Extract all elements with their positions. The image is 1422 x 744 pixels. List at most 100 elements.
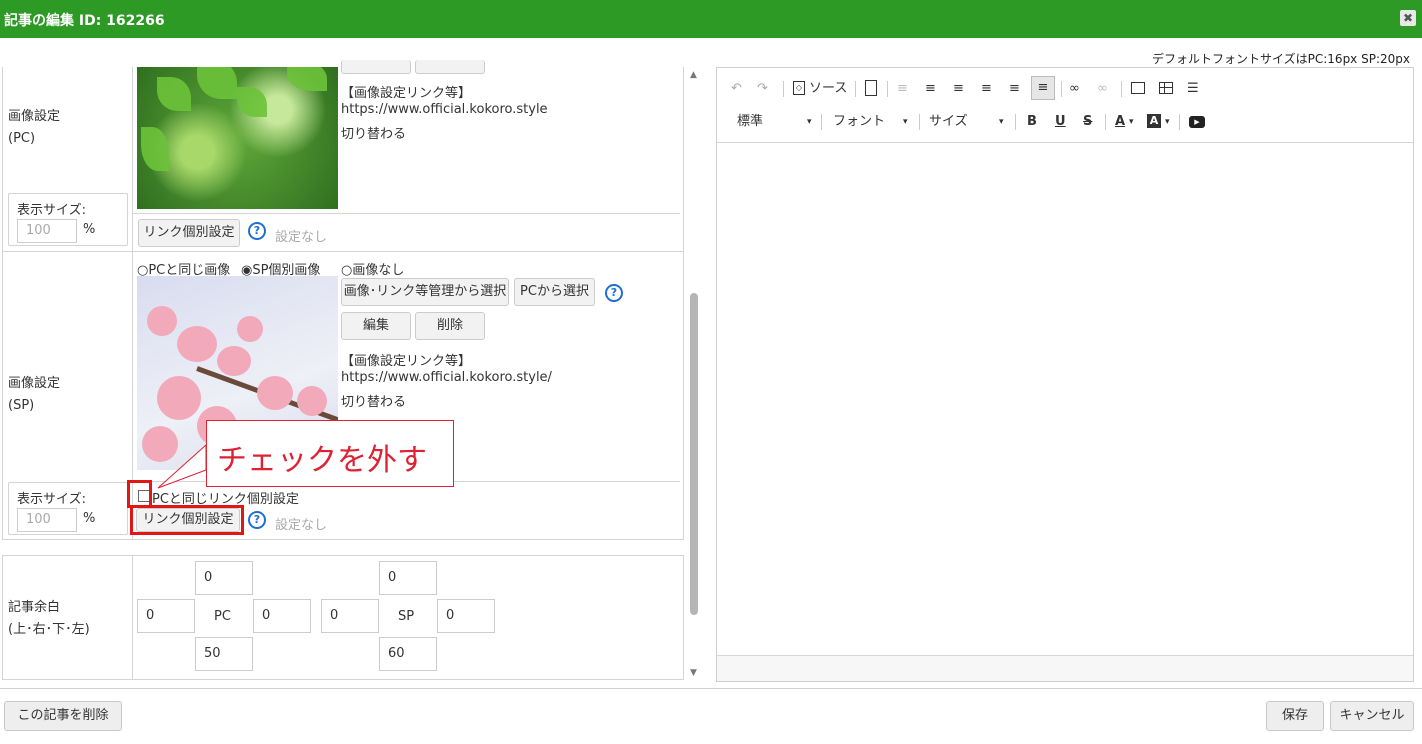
pc-margin-top-input[interactable]: 0 (195, 561, 253, 595)
underline-button[interactable]: U (1055, 114, 1066, 130)
radio-no-image[interactable]: ○画像なし (341, 259, 404, 278)
sp-help-icon[interactable]: ? (605, 284, 623, 302)
link-icon[interactable]: ∞ (1069, 81, 1080, 97)
sp-link-help-icon[interactable]: ? (248, 511, 266, 529)
rich-text-editor[interactable]: ↶ ↷ ◇ ソース ≡ ≡ ≡ ≡ ≡ ≡ ∞ ∞ ☰ 標準 ▾ フォント ▾ … (716, 67, 1414, 682)
sp-margin-left-input[interactable]: 0 (321, 599, 379, 633)
text-color-button[interactable]: A (1115, 114, 1125, 130)
horizontal-rule-icon[interactable]: ☰ (1187, 81, 1199, 97)
pc-size-unit: % (83, 222, 96, 237)
highlight-checkbox (127, 480, 152, 508)
chevron-down-icon[interactable]: ▾ (807, 114, 812, 130)
annotation-callout: チェックを外す (206, 420, 454, 487)
chevron-down-icon[interactable]: ▾ (903, 114, 908, 130)
image-icon[interactable] (1131, 82, 1145, 94)
sp-margin-right-input[interactable]: 0 (437, 599, 495, 633)
blossom-shape (297, 386, 327, 416)
pc-margin-right-input[interactable]: 0 (253, 599, 311, 633)
pc-link-url: https://www.official.kokoro.style (341, 102, 548, 117)
divider (133, 213, 680, 214)
font-select[interactable]: フォント (833, 114, 885, 130)
sp-size-input[interactable]: 100 (17, 508, 77, 532)
align-left-icon[interactable]: ≡ (953, 81, 964, 97)
margin-label-line2: (上･右･下･左) (8, 622, 90, 637)
youtube-icon[interactable]: ▶ (1189, 116, 1205, 128)
sp-link-title: 【画像設定リンク等】 (341, 354, 472, 369)
leaf-shape (197, 67, 237, 99)
toolbar-separator (783, 81, 784, 97)
blossom-shape (157, 376, 201, 420)
chevron-down-icon[interactable]: ▾ (1129, 114, 1134, 130)
sp-size-label: 表示サイズ: (17, 492, 86, 507)
select-from-pc-button[interactable]: PCから選択 (514, 278, 595, 306)
unlink-icon[interactable]: ∞ (1097, 81, 1108, 97)
sp-delete-button[interactable]: 削除 (415, 312, 485, 340)
align-right-icon[interactable]: ≡ (1009, 81, 1020, 97)
undo-icon[interactable]: ↶ (731, 81, 742, 97)
strikethrough-button[interactable]: S (1083, 114, 1092, 130)
scroll-up-arrow-icon[interactable]: ▲ (690, 70, 697, 80)
divider (132, 67, 133, 539)
source-icon[interactable]: ◇ (793, 81, 805, 95)
bold-button[interactable]: B (1027, 114, 1037, 130)
pc-size-input[interactable]: 100 (17, 219, 77, 243)
select-from-manager-button[interactable]: 画像･リンク等管理から選択 (341, 278, 509, 306)
toolbar-separator (1061, 81, 1062, 97)
blossom-shape (147, 306, 177, 336)
table-icon[interactable] (1159, 82, 1173, 94)
divider (132, 556, 133, 680)
delete-article-button[interactable]: この記事を削除 (4, 701, 122, 731)
editor-statusbar (717, 655, 1413, 681)
sp-margin-bottom-input[interactable]: 60 (379, 637, 437, 671)
toolbar-separator (855, 81, 856, 97)
leaf-shape (237, 87, 267, 117)
pc-link-note: 切り替わる (341, 127, 407, 142)
dialog-title: 記事の編集 ID: 162266 (4, 13, 165, 29)
sp-margin-top-input[interactable]: 0 (379, 561, 437, 595)
toolbar-separator (919, 114, 920, 130)
pc-help-icon[interactable]: ? (248, 222, 266, 240)
bg-color-button[interactable]: A (1147, 114, 1161, 128)
pc-margin-label: PC (214, 609, 231, 624)
size-select[interactable]: サイズ (929, 114, 968, 130)
scrollbar-thumb[interactable] (690, 293, 698, 615)
divider (2, 67, 3, 539)
leaf-shape (141, 127, 169, 171)
sp-margin-label: SP (398, 609, 415, 624)
editor-toolbar: ↶ ↷ ◇ ソース ≡ ≡ ≡ ≡ ≡ ≡ ∞ ∞ ☰ 標準 ▾ フォント ▾ … (717, 68, 1413, 143)
blossom-shape (217, 346, 251, 376)
pc-link-settings-button[interactable]: リンク個別設定 (138, 219, 240, 247)
paste-icon[interactable] (865, 80, 877, 96)
justify-icon[interactable]: ≡ (1031, 76, 1055, 100)
outdent-icon[interactable]: ≡ (897, 81, 908, 97)
sp-edit-button[interactable]: 編集 (341, 312, 411, 340)
delete-button-partial[interactable] (415, 60, 485, 74)
chevron-down-icon[interactable]: ▾ (999, 114, 1004, 130)
cancel-button[interactable]: キャンセル (1330, 701, 1414, 731)
scroll-down-arrow-icon[interactable]: ▼ (690, 668, 697, 678)
redo-icon[interactable]: ↷ (757, 81, 768, 97)
leaf-shape (287, 67, 327, 91)
pc-margin-left-input[interactable]: 0 (137, 599, 195, 633)
toolbar-separator (887, 81, 888, 97)
indent-icon[interactable]: ≡ (925, 81, 936, 97)
sp-size-unit: % (83, 511, 96, 526)
image-sp-label: 画像設定 (SP) (8, 373, 60, 417)
divider (2, 539, 684, 540)
image-pc-label: 画像設定 (PC) (8, 106, 60, 150)
edit-button-partial[interactable] (341, 60, 411, 74)
pc-link-title: 【画像設定リンク等】 (341, 86, 472, 101)
format-select[interactable]: 標準 (737, 114, 763, 130)
pc-margin-bottom-input[interactable]: 50 (195, 637, 253, 671)
toolbar-separator (821, 114, 822, 130)
image-sp-label-line2: (SP) (8, 398, 35, 413)
source-button[interactable]: ソース (809, 81, 847, 97)
leaf-shape (157, 77, 191, 111)
save-button[interactable]: 保存 (1266, 701, 1324, 731)
close-icon[interactable]: ✖ (1400, 10, 1416, 26)
blossom-shape (237, 316, 263, 342)
sp-display-size: 表示サイズ: 100 % (8, 482, 128, 535)
align-center-icon[interactable]: ≡ (981, 81, 992, 97)
chevron-down-icon[interactable]: ▾ (1165, 114, 1170, 130)
divider (683, 67, 684, 539)
